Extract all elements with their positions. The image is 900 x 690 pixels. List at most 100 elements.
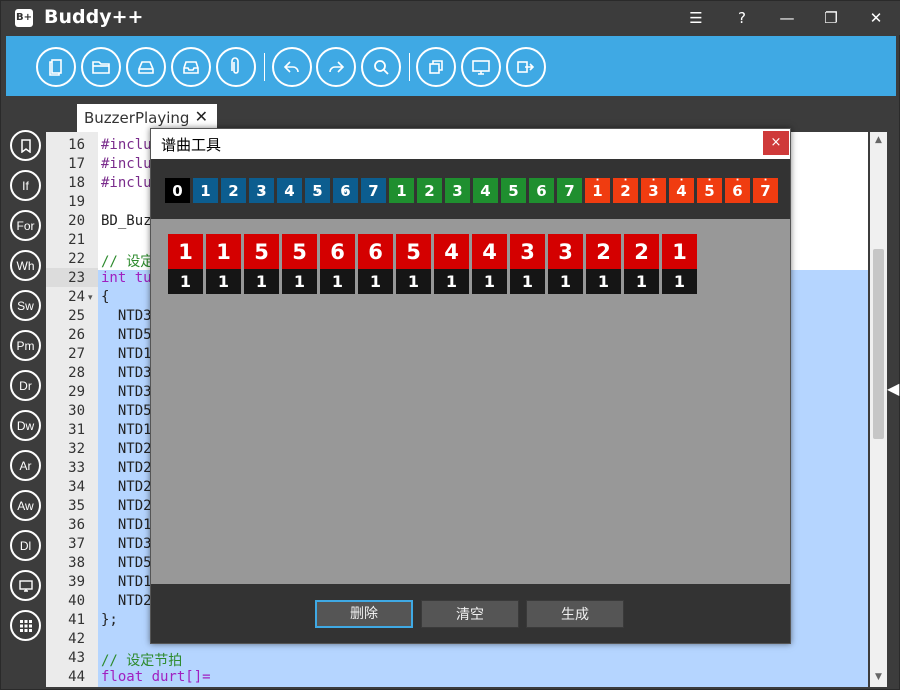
note-beat: 1: [434, 269, 469, 294]
sidebar-dr-button[interactable]: Dr: [10, 370, 41, 401]
palette-key[interactable]: 4 ·: [669, 175, 694, 203]
search-icon[interactable]: [361, 47, 401, 87]
note-cell[interactable]: 51: [396, 234, 431, 295]
palette-key[interactable]: 2 ·: [613, 176, 638, 203]
note-cell[interactable]: 21: [586, 234, 621, 295]
sidebar-ar-button[interactable]: Ar: [10, 450, 41, 481]
code-line: NTD3: [101, 384, 152, 400]
sidebar-for-button[interactable]: For: [10, 210, 41, 241]
sidebar-dw-button[interactable]: Dw: [10, 410, 41, 441]
tab-close-icon[interactable]: ✕: [195, 107, 208, 126]
dialog-close-button[interactable]: ×: [763, 131, 789, 155]
monitor-icon[interactable]: [461, 47, 501, 87]
scroll-up-icon[interactable]: ▲: [870, 135, 887, 145]
code-line: NTD3: [101, 365, 152, 381]
vertical-scrollbar[interactable]: ▲ ▼: [870, 132, 887, 687]
sidebar-wh-button[interactable]: Wh: [10, 250, 41, 281]
open-folder-icon[interactable]: [81, 47, 121, 87]
line-number: 25: [68, 308, 85, 324]
scroll-down-icon[interactable]: ▼: [870, 672, 887, 682]
restore-button[interactable]: ❐: [816, 5, 846, 31]
scrollbar-thumb[interactable]: [873, 249, 884, 439]
fold-toggle-icon[interactable]: ▾: [88, 293, 93, 303]
palette-key[interactable]: 3 ·: [249, 178, 274, 203]
export-icon[interactable]: [506, 47, 546, 87]
palette-key[interactable]: 2: [417, 178, 442, 203]
note-beat: 1: [662, 269, 697, 294]
inbox-icon[interactable]: [171, 47, 211, 87]
palette-key[interactable]: 6: [529, 178, 554, 203]
high-octave-dot: ·: [679, 175, 684, 186]
note-cell[interactable]: 61: [358, 234, 393, 295]
note-pitch: 6: [320, 234, 355, 269]
help-button[interactable]: ?: [727, 5, 757, 31]
code-line: int tu: [101, 270, 152, 286]
note-cell[interactable]: 61: [320, 234, 355, 295]
score-tool-dialog: 谱曲工具 × 0 1 · 2 · 3 · 4 · 5 · 6 · 7 · 1 2 3 4 5 6 7 1 · 2 · 3 · 4 · 5 · 6…: [150, 128, 791, 644]
copy-icon[interactable]: [416, 47, 456, 87]
sidebar-bookmark-icon[interactable]: [10, 130, 41, 161]
tab-label: BuzzerPlaying: [84, 109, 190, 127]
palette-key[interactable]: 4 ·: [277, 178, 302, 203]
note-beat: 1: [358, 269, 393, 294]
minimize-button[interactable]: —: [772, 5, 802, 31]
palette-key[interactable]: 4: [473, 178, 498, 203]
palette-key-digit: 2: [424, 182, 435, 200]
sidebar-dl-button[interactable]: Dl: [10, 530, 41, 561]
new-file-icon[interactable]: [36, 47, 76, 87]
clear-button[interactable]: 清空: [421, 600, 519, 628]
sidebar-pm-button[interactable]: Pm: [10, 330, 41, 361]
sidebar-if-button[interactable]: If: [10, 170, 41, 201]
palette-key[interactable]: 2 ·: [221, 178, 246, 203]
sidebar-grid-icon[interactable]: [10, 610, 41, 641]
sidebar-sw-button[interactable]: Sw: [10, 290, 41, 321]
palette-key[interactable]: 1 ·: [193, 178, 218, 203]
palette-key[interactable]: 6 ·: [333, 178, 358, 203]
note-cell[interactable]: 31: [548, 234, 583, 295]
palette-key[interactable]: 5: [501, 178, 526, 203]
note-cell[interactable]: 11: [206, 234, 241, 295]
low-octave-dot: ·: [287, 187, 292, 198]
palette-key-digit: 3: [452, 182, 463, 200]
redo-icon[interactable]: [316, 47, 356, 87]
note-cell[interactable]: 11: [662, 234, 697, 295]
sidebar-aw-button[interactable]: Aw: [10, 490, 41, 521]
delete-button[interactable]: 删除: [315, 600, 413, 628]
note-cell[interactable]: 51: [282, 234, 317, 295]
note-cell[interactable]: 41: [434, 234, 469, 295]
note-pitch: 5: [244, 234, 279, 269]
generate-button[interactable]: 生成: [526, 600, 624, 628]
note-cell[interactable]: 31: [510, 234, 545, 295]
palette-key[interactable]: 1: [389, 178, 414, 203]
note-cell[interactable]: 11: [168, 234, 203, 295]
palette-key[interactable]: 7 ·: [361, 178, 386, 203]
close-window-button[interactable]: ✕: [861, 5, 891, 31]
attach-icon[interactable]: [216, 47, 256, 87]
palette-key[interactable]: 1 ·: [585, 176, 610, 203]
note-cell[interactable]: 41: [472, 234, 507, 295]
sidebar-monitor-icon[interactable]: [10, 570, 41, 601]
code-line: NTD2: [101, 498, 152, 514]
save-icon[interactable]: [126, 47, 166, 87]
high-octave-dot: ·: [735, 175, 740, 186]
undo-icon[interactable]: [272, 47, 312, 87]
note-pitch: 6: [358, 234, 393, 269]
palette-key[interactable]: 7 ·: [753, 176, 778, 203]
code-line: NTD2: [101, 460, 152, 476]
note-beat: 1: [244, 269, 279, 294]
palette-key[interactable]: 3 ·: [641, 176, 666, 203]
note-cell[interactable]: 51: [244, 234, 279, 295]
palette-key[interactable]: 3: [445, 178, 470, 203]
note-pitch: 4: [472, 234, 507, 269]
note-cell[interactable]: 21: [624, 234, 659, 295]
palette-key[interactable]: 5 ·: [697, 176, 722, 203]
palette-key[interactable]: 5 ·: [305, 178, 330, 203]
palette-key[interactable]: 0: [165, 178, 190, 203]
menu-icon[interactable]: ☰: [681, 5, 711, 31]
line-number: 18: [68, 175, 85, 191]
app-title: Buddy++: [44, 6, 144, 28]
panel-toggle-icon[interactable]: ◀: [887, 379, 899, 401]
palette-key[interactable]: 7: [557, 178, 582, 203]
toolbar-divider: [409, 53, 410, 81]
palette-key[interactable]: 6 ·: [725, 175, 750, 203]
